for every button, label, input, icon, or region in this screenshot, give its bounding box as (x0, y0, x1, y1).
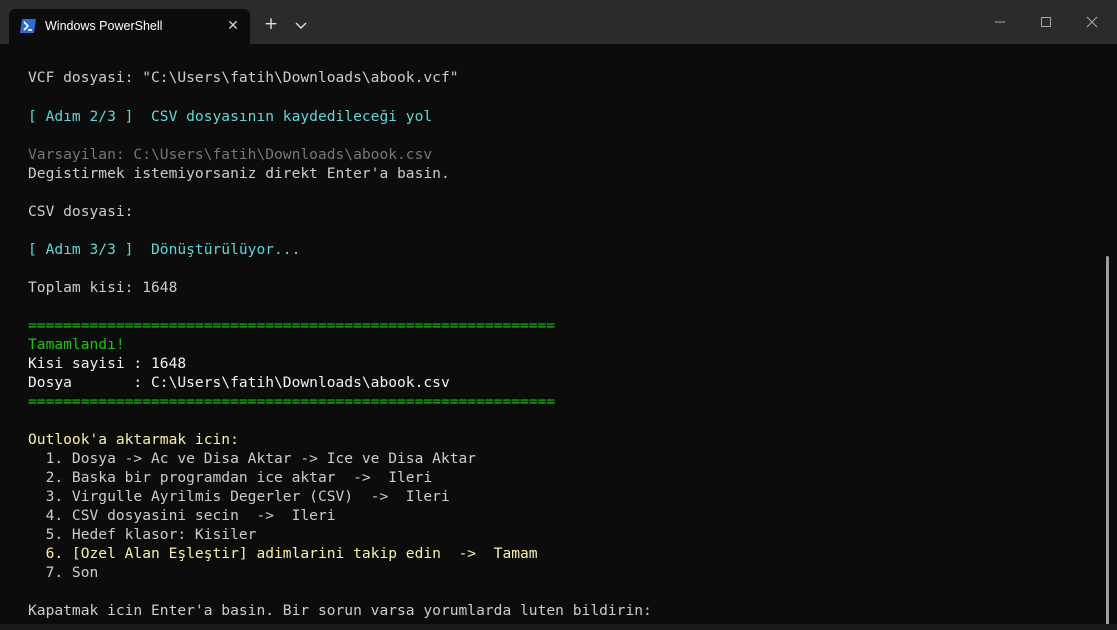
terminal-line: 7. Son (28, 564, 99, 581)
chevron-down-icon[interactable] (292, 15, 310, 35)
bottom-edge (0, 624, 1117, 630)
maximize-icon (1041, 17, 1051, 27)
tab-title: Windows PowerShell (45, 19, 163, 33)
terminal-line: Kapatmak icin Enter'a basin. Bir sorun v… (28, 602, 652, 619)
close-icon (1086, 16, 1098, 28)
terminal-line: CSV dosyasi: (28, 203, 134, 220)
close-tab-button[interactable]: ✕ (224, 17, 242, 35)
terminal-line: ========================================… (28, 317, 556, 334)
terminal-line: 5. Hedef klasor: Kisiler (28, 526, 257, 543)
powershell-icon (19, 18, 37, 34)
terminal-line: Kisi sayisi : 1648 (28, 355, 187, 372)
terminal-line: 2. Baska bir programdan ice aktar -> Ile… (28, 469, 433, 486)
terminal-output[interactable]: VCF dosyasi: "C:\Users\fatih\Downloads\a… (0, 44, 1117, 630)
terminal-line: Toplam kisi: 1648 (28, 279, 178, 296)
maximize-button[interactable] (1023, 0, 1069, 44)
terminal-line: 4. CSV dosyasini secin -> Ileri (28, 507, 336, 524)
terminal-line: Tamamlandı! (28, 336, 125, 353)
terminal-line: Outlook'a aktarmak icin: (28, 431, 239, 448)
terminal-line: Varsayilan: C:\Users\fatih\Downloads\abo… (28, 146, 433, 163)
tab-windows-powershell[interactable]: Windows PowerShell ✕ (9, 9, 250, 44)
title-bar: Windows PowerShell ✕ + (0, 0, 1117, 44)
terminal-line: 3. Virgulle Ayrilmis Degerler (CSV) -> I… (28, 488, 450, 505)
terminal-line: Dosya : C:\Users\fatih\Downloads\abook.c… (28, 374, 450, 391)
new-tab-button[interactable]: + (260, 13, 282, 35)
terminal-line: 6. [Ozel Alan Eşleştir] adimlarini takip… (28, 545, 538, 562)
terminal-line: [ Adım 2/3 ] CSV dosyasının kaydedileceğ… (28, 108, 433, 125)
terminal-line: VCF dosyasi: "C:\Users\fatih\Downloads\a… (28, 69, 459, 86)
scrollbar[interactable] (1106, 256, 1109, 628)
terminal-line: [ Adım 3/3 ] Dönüştürülüyor... (28, 241, 301, 258)
terminal-line: Degistirmek istemiyorsaniz direkt Enter'… (28, 165, 450, 182)
minimize-icon (995, 21, 1005, 23)
terminal-line: ========================================… (28, 393, 556, 410)
terminal-line: 1. Dosya -> Ac ve Disa Aktar -> Ice ve D… (28, 450, 477, 467)
close-window-button[interactable] (1069, 0, 1115, 44)
minimize-button[interactable] (977, 0, 1023, 44)
